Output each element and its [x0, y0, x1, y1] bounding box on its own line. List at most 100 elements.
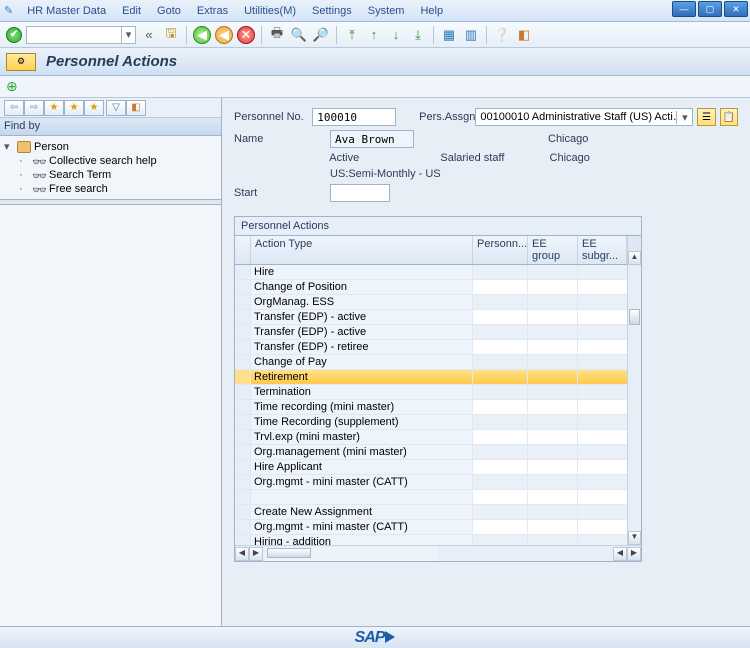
scroll-right2-icon[interactable]: ▶ [627, 547, 641, 561]
history-back-icon[interactable]: « [140, 26, 158, 44]
tree-item-search-term[interactable]: · 👓 Search Term [4, 168, 217, 182]
cell-personnel[interactable] [473, 415, 528, 429]
menu-system[interactable]: System [360, 5, 413, 17]
cell-personnel[interactable] [473, 475, 528, 489]
save-icon[interactable]: 🖫 [162, 26, 180, 44]
table-row[interactable]: Time recording (mini master) [235, 400, 641, 415]
row-selector[interactable] [235, 475, 251, 489]
cell-personnel[interactable] [473, 445, 528, 459]
table-row[interactable]: Termination [235, 385, 641, 400]
cell-ee-group[interactable] [528, 370, 578, 384]
table-row[interactable]: Transfer (EDP) - retiree [235, 340, 641, 355]
cell-ee-group[interactable] [528, 520, 578, 534]
menu-settings[interactable]: Settings [304, 5, 360, 17]
cell-ee-group[interactable] [528, 355, 578, 369]
table-row[interactable]: Org.mgmt - mini master (CATT) [235, 520, 641, 535]
customize-icon[interactable]: ◧ [515, 26, 533, 44]
cell-personnel[interactable] [473, 520, 528, 534]
toggle-icon[interactable]: ◧ [126, 100, 146, 116]
persassgn-combo[interactable]: 00100010 Administrative Staff (US) Acti…… [475, 108, 693, 126]
cell-ee-group[interactable] [528, 340, 578, 354]
table-row[interactable]: Hire [235, 265, 641, 280]
cell-ee-group[interactable] [528, 310, 578, 324]
filter-icon[interactable]: ▽ [106, 100, 126, 116]
grid-col-personnel[interactable]: Personn... [473, 236, 528, 264]
horizontal-scrollbar[interactable]: ◀ ▶ ◀ ▶ [235, 545, 641, 561]
first-page-icon[interactable]: ⤒ [343, 26, 361, 44]
row-selector[interactable] [235, 355, 251, 369]
personnel-no-input[interactable] [312, 108, 396, 126]
row-selector[interactable] [235, 400, 251, 414]
table-row[interactable]: Org.management (mini master) [235, 445, 641, 460]
window-maximize-button[interactable]: ▢ [698, 1, 722, 17]
row-selector[interactable] [235, 535, 251, 545]
window-close-button[interactable]: ✕ [724, 1, 748, 17]
cell-ee-group[interactable] [528, 475, 578, 489]
row-selector[interactable] [235, 385, 251, 399]
scroll-left2-icon[interactable]: ◀ [613, 547, 627, 561]
cell-ee-group[interactable] [528, 265, 578, 279]
cell-personnel[interactable] [473, 355, 528, 369]
cell-ee-group[interactable] [528, 385, 578, 399]
row-selector[interactable] [235, 340, 251, 354]
grid-col-ee-group[interactable]: EE group [528, 236, 578, 264]
assign-list-button[interactable]: 📋 [720, 108, 738, 126]
menu-help[interactable]: Help [412, 5, 451, 17]
table-row[interactable]: Hire Applicant [235, 460, 641, 475]
cell-ee-group[interactable] [528, 400, 578, 414]
row-selector[interactable] [235, 445, 251, 459]
menu-hr-master-data[interactable]: HR Master Data [19, 5, 114, 17]
cell-ee-group[interactable] [528, 490, 578, 504]
cell-ee-group[interactable] [528, 430, 578, 444]
assign-detail-button[interactable]: ☰ [697, 108, 715, 126]
exit-button[interactable]: ◀ [215, 26, 233, 44]
table-row[interactable] [235, 490, 641, 505]
row-selector[interactable] [235, 430, 251, 444]
cell-personnel[interactable] [473, 535, 528, 545]
grid-col-action-type[interactable]: Action Type [251, 236, 473, 264]
find-next-icon[interactable]: 🔎 [312, 26, 330, 44]
cell-personnel[interactable] [473, 385, 528, 399]
row-selector[interactable] [235, 310, 251, 324]
enter-button[interactable]: ✔ [6, 27, 22, 43]
cell-personnel[interactable] [473, 280, 528, 294]
cell-personnel[interactable] [473, 505, 528, 519]
table-row[interactable]: Trvl.exp (mini master) [235, 430, 641, 445]
vertical-scrollbar[interactable]: ▲ ▼ [627, 251, 641, 545]
nav-fwd-icon[interactable]: ⇨ [24, 100, 44, 116]
cell-personnel[interactable] [473, 400, 528, 414]
row-selector[interactable] [235, 295, 251, 309]
cell-personnel[interactable] [473, 310, 528, 324]
cell-personnel[interactable] [473, 430, 528, 444]
scroll-right-icon[interactable]: ▶ [249, 547, 263, 561]
table-row[interactable]: Change of Position [235, 280, 641, 295]
command-field[interactable]: ▾ [26, 26, 136, 44]
cell-ee-group[interactable] [528, 460, 578, 474]
cell-ee-group[interactable] [528, 325, 578, 339]
row-selector[interactable] [235, 280, 251, 294]
back-button[interactable]: ◀ [193, 26, 211, 44]
table-row[interactable]: Create New Assignment [235, 505, 641, 520]
cell-personnel[interactable] [473, 265, 528, 279]
grid-select-col[interactable] [235, 236, 251, 264]
layout-icon[interactable]: ▥ [462, 26, 480, 44]
execute-icon[interactable]: ⊕ [6, 78, 18, 95]
fav-list-icon[interactable]: ★ [84, 100, 104, 116]
cell-ee-group[interactable] [528, 415, 578, 429]
cell-personnel[interactable] [473, 490, 528, 504]
table-row[interactable]: Org.mgmt - mini master (CATT) [235, 475, 641, 490]
tree-item-collective-search[interactable]: · 👓 Collective search help [4, 154, 217, 168]
new-session-icon[interactable]: ▦ [440, 26, 458, 44]
table-row[interactable]: Change of Pay [235, 355, 641, 370]
print-icon[interactable]: 🖶 [268, 26, 286, 44]
cell-ee-group[interactable] [528, 280, 578, 294]
row-selector[interactable] [235, 490, 251, 504]
cell-ee-group[interactable] [528, 535, 578, 545]
cancel-button[interactable]: ✕ [237, 26, 255, 44]
next-page-icon[interactable]: ↓ [387, 26, 405, 44]
menu-goto[interactable]: Goto [149, 5, 189, 17]
cell-personnel[interactable] [473, 325, 528, 339]
menu-utilities[interactable]: Utilities(M) [236, 5, 304, 17]
menu-extras[interactable]: Extras [189, 5, 236, 17]
start-date-input[interactable] [330, 184, 390, 202]
